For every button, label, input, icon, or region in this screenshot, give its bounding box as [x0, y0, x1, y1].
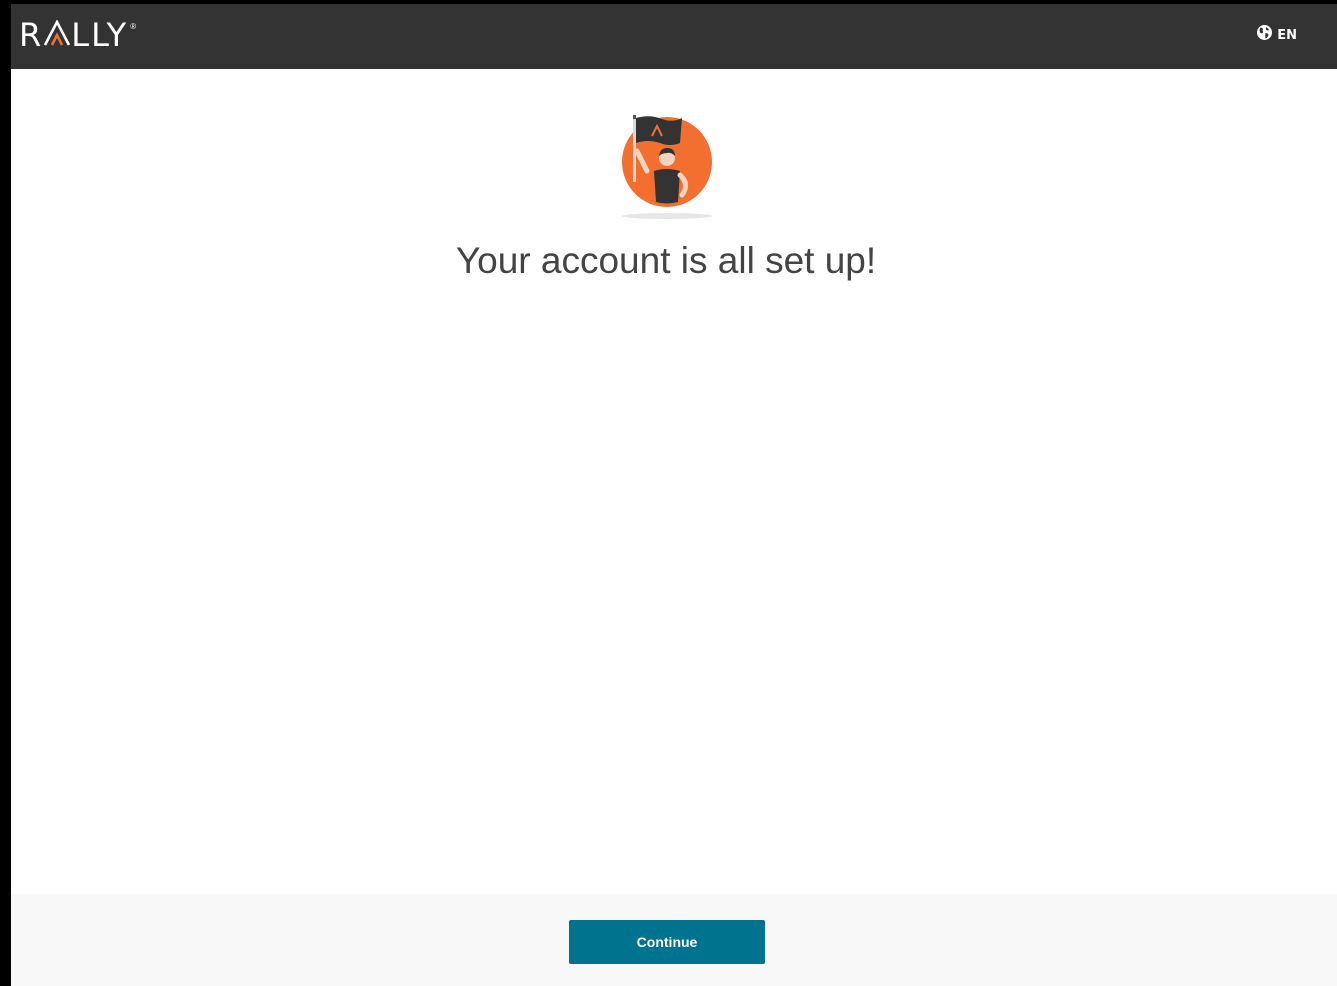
language-selector[interactable]: EN [1256, 24, 1297, 46]
logo-letters-lly: LLY [71, 16, 129, 54]
page-title: Your account is all set up! [455, 240, 877, 281]
logo-letter-r: R [19, 16, 44, 54]
registered-mark: ® [130, 22, 137, 31]
logo-wordmark: R LLY [19, 18, 128, 52]
logo-triangle-icon [44, 18, 71, 52]
flag-bearer-illustration [618, 109, 718, 224]
rally-logo[interactable]: R LLY ® [19, 18, 136, 52]
language-code: EN [1277, 27, 1297, 43]
top-navigation-bar: R LLY ® EN [11, 4, 1337, 69]
app-frame: R LLY ® EN Your account is all set up! C… [11, 4, 1337, 986]
footer-bar: Continue [11, 894, 1337, 986]
continue-button[interactable]: Continue [569, 920, 765, 964]
globe-icon [1256, 24, 1273, 46]
